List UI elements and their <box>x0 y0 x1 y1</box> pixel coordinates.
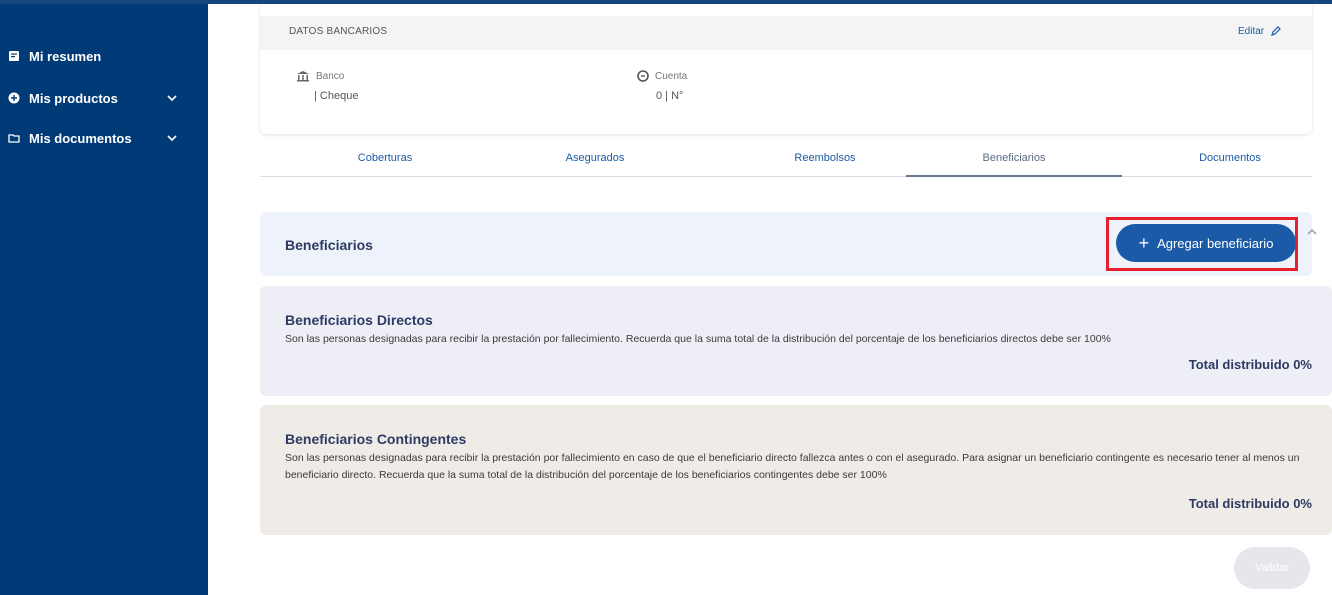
tab-documentos[interactable]: Documentos <box>1140 140 1320 176</box>
contingentes-title: Beneficiarios Contingentes <box>285 431 467 447</box>
directos-total: Total distribuido 0% <box>1188 357 1312 372</box>
directos-title: Beneficiarios Directos <box>285 312 433 328</box>
account-field-label: Cuenta <box>637 70 687 82</box>
product-tabs: Coberturas Asegurados Reembolsos Benefic… <box>260 140 1312 177</box>
chevron-down-icon[interactable] <box>166 92 178 104</box>
folder-icon <box>8 132 20 144</box>
bank-icon <box>297 71 309 82</box>
tab-coberturas[interactable]: Coberturas <box>300 140 470 176</box>
sidebar-item-mis-productos[interactable]: Mis productos <box>0 86 208 110</box>
chevron-up-icon[interactable] <box>1306 224 1318 242</box>
directos-description: Son las personas designadas para recibir… <box>285 333 1111 345</box>
bank-card-title: DATOS BANCARIOS <box>289 26 388 37</box>
account-value: 0 | N° <box>656 90 684 102</box>
tab-beneficiarios[interactable]: Beneficiarios <box>906 140 1122 177</box>
add-beneficiary-label: Agregar beneficiario <box>1157 235 1274 251</box>
bank-value: | Cheque <box>314 90 359 102</box>
sidebar-item-label: Mis documentos <box>29 130 132 146</box>
bank-field-label: Banco <box>296 70 344 82</box>
directos-section: Beneficiarios Directos Son las personas … <box>260 286 1332 396</box>
sidebar-item-label: Mis productos <box>29 90 118 106</box>
pencil-icon <box>1271 26 1281 36</box>
edit-label: Editar <box>1238 25 1265 37</box>
account-icon <box>637 70 649 82</box>
tab-asegurados[interactable]: Asegurados <box>510 140 680 176</box>
bank-card-header: DATOS BANCARIOS Editar <box>260 16 1312 50</box>
contingentes-description: Son las personas designadas para recibir… <box>285 452 1300 481</box>
add-beneficiary-button[interactable]: + Agregar beneficiario <box>1116 224 1296 262</box>
beneficiarios-title: Beneficiarios <box>285 237 373 253</box>
edit-bank-link[interactable]: Editar <box>1238 25 1282 37</box>
contingentes-section: Beneficiarios Contingentes Son las perso… <box>260 405 1332 535</box>
contingentes-total: Total distribuido 0% <box>1188 496 1312 511</box>
beneficiarios-header: Beneficiarios + Agregar beneficiario <box>260 212 1312 276</box>
products-icon <box>8 92 20 104</box>
sidebar-item-label: Mi resumen <box>29 48 102 64</box>
bank-data-card: DATOS BANCARIOS Editar Banco | Cheque Cu… <box>260 4 1312 134</box>
sidebar-item-mi-resumen[interactable]: Mi resumen <box>0 44 208 68</box>
validate-button[interactable]: Validar <box>1234 547 1310 589</box>
sidebar: Mi resumen Mis productos Mis documentos <box>0 4 208 595</box>
summary-icon <box>8 50 20 62</box>
tab-reembolsos[interactable]: Reembolsos <box>730 140 920 176</box>
sidebar-item-mis-documentos[interactable]: Mis documentos <box>0 126 208 150</box>
chevron-down-icon[interactable] <box>166 132 178 144</box>
plus-icon: + <box>1138 233 1150 253</box>
